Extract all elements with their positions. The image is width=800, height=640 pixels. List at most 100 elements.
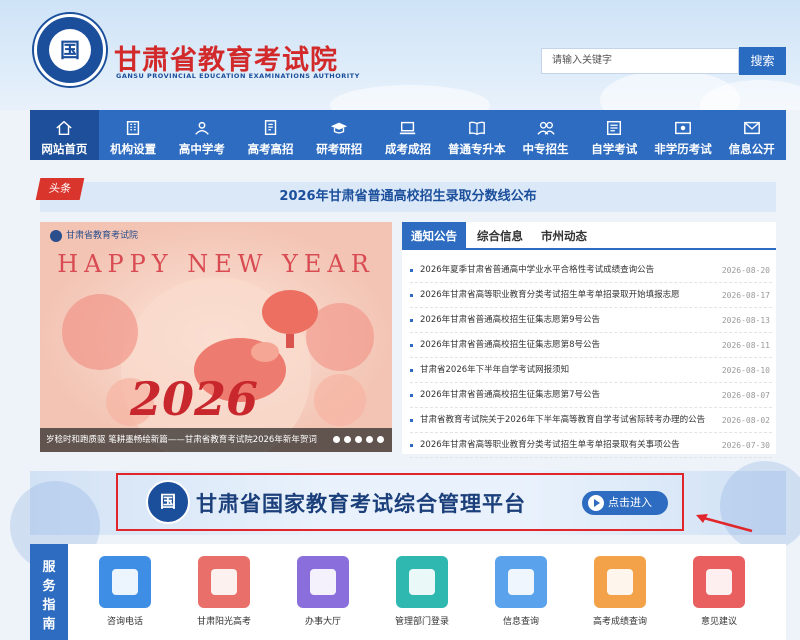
notice-date: 2026-08-17 xyxy=(721,291,770,300)
bullet-icon xyxy=(410,344,413,347)
nav-item-label: 非学历考试 xyxy=(654,142,712,156)
service-item-sunshine-gaokao[interactable]: 甘肃阳光高考 xyxy=(179,556,269,627)
nav-item-postgraduate[interactable]: 研考研招 xyxy=(305,110,374,160)
notice-list: 2026年夏季甘肃省普通高中学业水平合格性考试成绩查询公告 2026-08-20 … xyxy=(410,258,772,458)
headline-banner[interactable]: 头条 2026年甘肃省普通高校招生录取分数线公布 xyxy=(35,178,776,212)
nav-item-non-degree-exam[interactable]: 非学历考试 xyxy=(649,110,718,160)
carousel-caption[interactable]: 岁稔时和跑质驱 笔耕墨畅绘新篇——甘肃省教育考试院2026年新年贺词 xyxy=(46,428,317,452)
notice-item[interactable]: 2026年甘肃省普通高校招生征集志愿第9号公告 2026-08-13 xyxy=(410,308,772,333)
logo-icon xyxy=(50,229,62,242)
nav-item-home[interactable]: 网站首页 xyxy=(30,110,99,160)
document-search-icon-glyph xyxy=(508,569,534,595)
nav-item-high-school-exam[interactable]: 高中学考 xyxy=(167,110,236,160)
carousel-dot[interactable] xyxy=(377,436,384,443)
score-search-icon xyxy=(594,556,646,608)
feedback-icon-glyph xyxy=(706,569,732,595)
notice-item[interactable]: 2026年甘肃省高等职业教育分类考试招生单考单招录取开始填报志愿 2026-08-… xyxy=(410,283,772,308)
enter-platform-button[interactable]: 点击进入 xyxy=(582,491,668,515)
notice-title[interactable]: 2026年甘肃省普通高校招生征集志愿第8号公告 xyxy=(420,333,600,358)
site-logo-seal[interactable] xyxy=(34,14,106,86)
tab-notices[interactable]: 通知公告 xyxy=(402,222,466,250)
graduation-cap-icon xyxy=(331,122,348,134)
nav-item-label: 中专招生 xyxy=(522,142,569,156)
nav-item-self-study-exam[interactable]: 自学考试 xyxy=(580,110,649,160)
bullet-icon xyxy=(410,444,413,447)
service-label-char: 务 xyxy=(42,579,56,594)
notice-date: 2026-07-30 xyxy=(721,441,770,450)
service-item-label: 高考成绩查询 xyxy=(592,617,647,627)
service-item-score-query[interactable]: 高考成绩查询 xyxy=(575,556,665,627)
nav-item-label: 成考成招 xyxy=(385,142,432,156)
tab-general-info[interactable]: 综合信息 xyxy=(468,222,532,250)
pointer-arrow-icon xyxy=(696,514,753,533)
service-item-feedback[interactable]: 意见建议 xyxy=(674,556,764,627)
service-guide: 服 务 指 南 咨询电话 甘肃阳光高考 办事大厅 管理部门登录 信息查询 高考成… xyxy=(30,544,786,640)
notice-item[interactable]: 甘肃省教育考试院关于2026年下半年高等教育自学考试省际转考办理的公告 2026-… xyxy=(410,408,772,433)
self-study-icon xyxy=(607,120,622,136)
management-platform-banner[interactable]: 甘肃省国家教育考试综合管理平台 点击进入 xyxy=(10,461,800,571)
headline-link[interactable]: 2026年甘肃省普通高校招生录取分数线公布 xyxy=(40,182,776,212)
notice-item[interactable]: 2026年甘肃省高等职业教育分类考试招生单考单招录取有关事项公告 2026-07-… xyxy=(410,433,772,458)
service-item-label: 办事大厅 xyxy=(304,617,341,627)
login-icon-glyph xyxy=(409,569,435,595)
service-item-admin-login[interactable]: 管理部门登录 xyxy=(377,556,467,627)
notice-item[interactable]: 2026年甘肃省普通高校招生征集志愿第8号公告 2026-08-11 xyxy=(410,333,772,358)
service-item-info-query[interactable]: 信息查询 xyxy=(476,556,566,627)
notice-date: 2026-08-20 xyxy=(721,266,770,275)
student-icon xyxy=(194,121,209,135)
carousel-dot[interactable] xyxy=(344,436,351,443)
service-item-label: 信息查询 xyxy=(502,617,539,627)
platform-logo-seal xyxy=(146,480,190,524)
nav-item-gaokao[interactable]: 高考高招 xyxy=(236,110,305,160)
notice-title[interactable]: 2026年夏季甘肃省普通高中学业水平合格性考试成绩查询公告 xyxy=(420,258,654,283)
notice-title[interactable]: 甘肃省2026年下半年自学考试网报须知 xyxy=(420,358,569,383)
notice-item[interactable]: 2026年甘肃省普通高校招生征集志愿第7号公告 2026-08-07 xyxy=(410,383,772,408)
nav-item-info-disclosure[interactable]: 信息公开 xyxy=(717,110,786,160)
nav-item-upgrade-bachelor[interactable]: 普通专升本 xyxy=(442,110,511,160)
mail-icon xyxy=(743,121,760,135)
service-item-service-hall[interactable]: 办事大厅 xyxy=(278,556,368,627)
notice-title[interactable]: 2026年甘肃省高等职业教育分类考试招生单考单招录取开始填报志愿 xyxy=(420,283,680,308)
service-label-char: 南 xyxy=(42,617,56,632)
carousel-brand-text: 甘肃省教育考试院 xyxy=(66,231,139,241)
notice-title[interactable]: 2026年甘肃省高等职业教育分类考试招生单考单招录取有关事项公告 xyxy=(420,433,680,458)
book-icon xyxy=(468,121,485,136)
document-search-icon xyxy=(495,556,547,608)
service-hall-icon xyxy=(297,556,349,608)
nav-item-vocational-enrollment[interactable]: 中专招生 xyxy=(511,110,580,160)
home-icon xyxy=(56,120,73,136)
notice-item[interactable]: 2026年夏季甘肃省普通高中学业水平合格性考试成绩查询公告 2026-08-20 xyxy=(410,258,772,283)
tab-city-news[interactable]: 市州动态 xyxy=(532,222,596,250)
login-icon xyxy=(396,556,448,608)
carousel-dot[interactable] xyxy=(366,436,373,443)
carousel-dot[interactable] xyxy=(355,436,362,443)
exam-paper-icon xyxy=(264,120,276,136)
carousel-pagination xyxy=(333,436,384,443)
service-label-char: 服 xyxy=(42,560,56,575)
notice-item[interactable]: 甘肃省2026年下半年自学考试网报须知 2026-08-10 xyxy=(410,358,772,383)
certificate-icon xyxy=(675,121,691,135)
service-item-label: 甘肃阳光高考 xyxy=(196,617,251,627)
search-button[interactable]: 搜索 xyxy=(739,47,786,75)
site-subtitle: GANSU PROVINCIAL EDUCATION EXAMINATIONS … xyxy=(116,72,360,80)
carousel-dot[interactable] xyxy=(333,436,340,443)
notice-title[interactable]: 2026年甘肃省普通高校招生征集志愿第7号公告 xyxy=(420,383,600,408)
notice-date: 2026-08-10 xyxy=(721,366,770,375)
nav-item-label: 网站首页 xyxy=(41,142,88,156)
platform-title: 甘肃省国家教育考试综合管理平台 xyxy=(196,492,526,516)
carousel-brand: 甘肃省教育考试院 xyxy=(50,228,138,242)
service-item-hotline[interactable]: 咨询电话 xyxy=(80,556,170,627)
search-input[interactable]: 请输入关键字 xyxy=(541,48,739,74)
banner-decoration xyxy=(720,461,800,551)
enter-platform-label: 点击进入 xyxy=(608,496,652,509)
notice-title[interactable]: 甘肃省教育考试院关于2026年下半年高等教育自学考试省际转考办理的公告 xyxy=(420,408,705,433)
service-label-char: 指 xyxy=(42,598,56,613)
news-carousel[interactable]: 甘肃省教育考试院 HAPPY NEW YEAR 2026 岁稔时和跑质驱 笔耕墨… xyxy=(40,222,392,452)
notice-title[interactable]: 2026年甘肃省普通高校招生征集志愿第9号公告 xyxy=(420,308,600,333)
nav-item-label: 普通专升本 xyxy=(448,142,506,156)
nav-item-adult-exam[interactable]: 成考成招 xyxy=(374,110,443,160)
phone-icon-glyph xyxy=(112,569,138,595)
service-item-label: 管理部门登录 xyxy=(394,617,449,627)
nav-item-organization[interactable]: 机构设置 xyxy=(99,110,168,160)
notice-tabs: 通知公告 综合信息 市州动态 xyxy=(402,222,776,250)
